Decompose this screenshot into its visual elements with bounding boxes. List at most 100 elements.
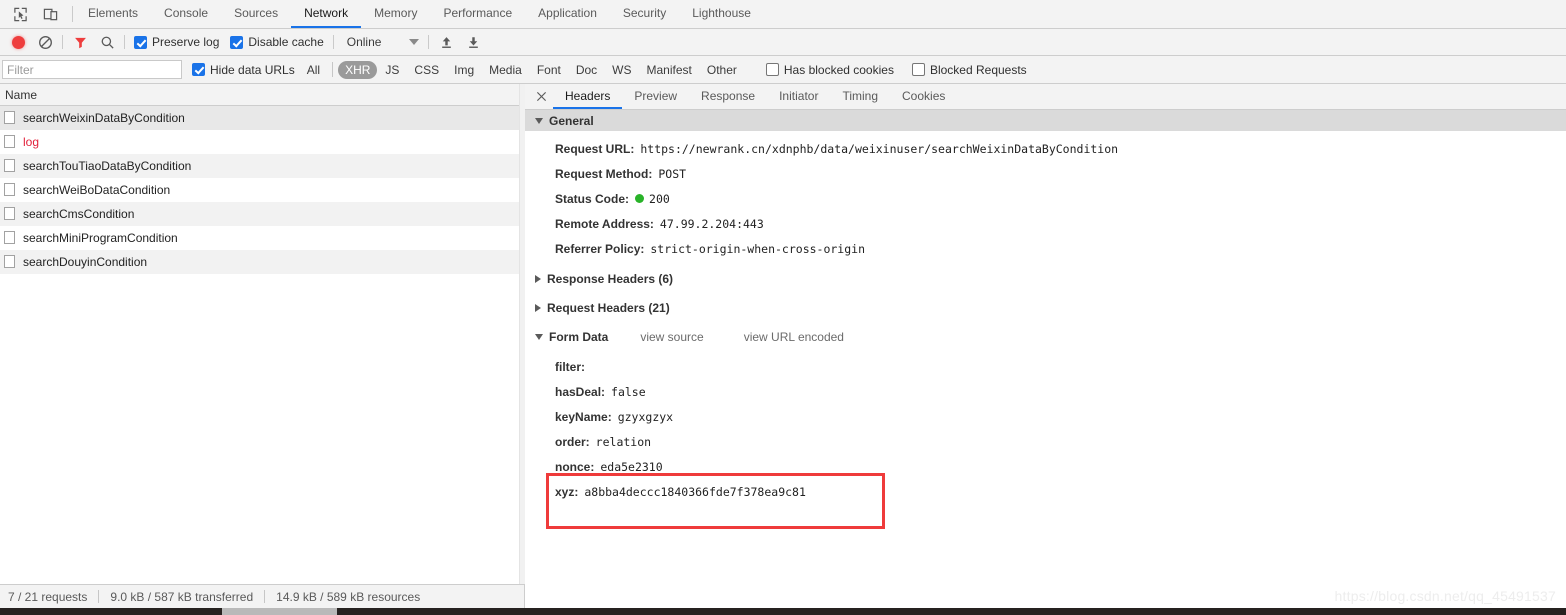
device-toolbar-icon[interactable] <box>38 2 62 26</box>
form-value-nonce: eda5e2310 <box>600 460 663 474</box>
filter-type-css-label: CSS <box>414 62 440 77</box>
export-har-icon[interactable] <box>461 30 485 54</box>
request-name: log <box>23 134 40 149</box>
toolbar-divider <box>72 6 73 22</box>
tab-response[interactable]: Response <box>689 84 767 109</box>
tab-console[interactable]: Console <box>151 0 221 28</box>
request-method-value: POST <box>658 167 687 181</box>
chevron-right-icon <box>535 303 541 312</box>
filter-input[interactable] <box>2 60 182 79</box>
request-name: searchTouTiaoDataByCondition <box>23 158 192 173</box>
request-type-icon <box>4 231 15 244</box>
table-row[interactable]: searchWeixinDataByCondition <box>0 106 524 130</box>
section-form-data[interactable]: Form Data view source view URL encoded <box>525 322 1566 351</box>
request-detail-pane: Headers Preview Response Initiator Timin… <box>525 84 1566 615</box>
watermark-text: https://blog.csdn.net/qq_45491537 <box>1334 588 1556 604</box>
tab-preview[interactable]: Preview <box>622 84 689 109</box>
filter-type-js[interactable]: JS <box>378 61 406 79</box>
hide-data-urls-box <box>192 63 205 76</box>
tab-memory[interactable]: Memory <box>361 0 430 28</box>
tab-application-label: Application <box>538 6 597 20</box>
disable-cache-checkbox[interactable]: Disable cache <box>226 35 327 49</box>
table-row[interactable]: log <box>0 130 524 154</box>
form-value-keyname: gzyxgzyx <box>617 410 674 424</box>
form-data-kv-list: filter: hasDeal: false keyName: gzyxgzyx… <box>525 351 1566 505</box>
clear-icon[interactable] <box>33 30 57 54</box>
form-key-nonce: nonce: <box>555 460 595 474</box>
filter-type-media[interactable]: Media <box>482 61 529 79</box>
has-blocked-cookies-checkbox[interactable]: Has blocked cookies <box>762 63 898 77</box>
preserve-log-checkbox[interactable]: Preserve log <box>130 35 223 49</box>
filter-funnel-icon[interactable] <box>68 30 92 54</box>
table-row[interactable]: searchMiniProgramCondition <box>0 226 524 250</box>
list-item: Request Method: POST <box>555 162 1566 187</box>
request-list-header: Name <box>0 84 524 106</box>
filter-type-ws[interactable]: WS <box>605 61 638 79</box>
section-response-headers[interactable]: Response Headers (6) <box>525 264 1566 293</box>
filter-type-other-label: Other <box>706 62 737 77</box>
referrer-policy-value: strict-origin-when-cross-origin <box>650 242 866 256</box>
view-url-encoded-link[interactable]: view URL encoded <box>744 330 844 344</box>
request-name: searchWeixinDataByCondition <box>23 110 185 125</box>
section-form-data-title: Form Data <box>549 329 609 344</box>
form-data-actions: view source view URL encoded <box>640 330 844 344</box>
table-row[interactable]: searchWeiBoDataCondition <box>0 178 524 202</box>
form-value-xyz: a8bba4deccc1840366fde7f378ea9c81 <box>584 485 806 499</box>
record-stop-icon[interactable] <box>6 30 30 54</box>
import-har-icon[interactable] <box>434 30 458 54</box>
form-key-filter: filter: <box>555 360 585 374</box>
tab-sources-label: Sources <box>234 6 279 20</box>
table-row[interactable]: searchCmsCondition <box>0 202 524 226</box>
tab-lighthouse[interactable]: Lighthouse <box>679 0 764 28</box>
close-icon[interactable] <box>529 84 553 109</box>
filter-type-css[interactable]: CSS <box>407 61 446 79</box>
filter-type-img[interactable]: Img <box>447 61 481 79</box>
hide-data-urls-checkbox[interactable]: Hide data URLs <box>188 63 299 77</box>
search-icon[interactable] <box>95 30 119 54</box>
tab-elements[interactable]: Elements <box>75 0 151 28</box>
filter-type-other[interactable]: Other <box>700 61 744 79</box>
filter-type-xhr[interactable]: XHR <box>338 60 378 79</box>
filter-type-all[interactable]: All <box>300 61 327 79</box>
request-url-key: Request URL: <box>555 142 635 156</box>
view-source-link[interactable]: view source <box>640 330 703 344</box>
table-row[interactable]: searchTouTiaoDataByCondition <box>0 154 524 178</box>
tab-security[interactable]: Security <box>610 0 679 28</box>
request-name: searchCmsCondition <box>23 206 135 221</box>
request-name: searchWeiBoDataCondition <box>23 182 171 197</box>
request-type-icon <box>4 159 15 172</box>
filter-type-media-label: Media <box>489 62 522 77</box>
status-code-value: 200 <box>649 192 670 206</box>
inspect-element-icon[interactable] <box>8 2 32 26</box>
tab-sources[interactable]: Sources <box>221 0 291 28</box>
tab-headers[interactable]: Headers <box>553 84 623 109</box>
tab-console-label: Console <box>164 6 209 20</box>
section-request-headers[interactable]: Request Headers (21) <box>525 293 1566 322</box>
tab-network[interactable]: Network <box>291 0 362 28</box>
network-filter-bar: Hide data URLs All XHR JS CSS Img Media … <box>0 56 1566 84</box>
throttling-dropdown[interactable]: Online <box>339 35 424 49</box>
blocked-requests-checkbox[interactable]: Blocked Requests <box>908 63 1031 77</box>
horizontal-scrollbar-thumb[interactable] <box>222 608 337 615</box>
filter-type-manifest[interactable]: Manifest <box>640 61 699 79</box>
request-list-scrollbar[interactable] <box>519 84 525 615</box>
status-requests: 7 / 21 requests <box>8 589 88 604</box>
tab-timing[interactable]: Timing <box>830 84 890 109</box>
tab-initiator-label: Initiator <box>779 88 819 103</box>
filter-type-all-label: All <box>306 62 321 77</box>
tab-initiator[interactable]: Initiator <box>767 84 830 109</box>
request-method-key: Request Method: <box>555 167 653 181</box>
request-type-icon <box>4 111 15 124</box>
filter-type-doc[interactable]: Doc <box>569 61 604 79</box>
tab-application[interactable]: Application <box>525 0 610 28</box>
request-list-pane: Name searchWeixinDataByCondition log sea… <box>0 84 525 615</box>
tab-cookies[interactable]: Cookies <box>890 84 957 109</box>
request-list[interactable]: searchWeixinDataByCondition log searchTo… <box>0 106 524 615</box>
filter-type-font[interactable]: Font <box>530 61 568 79</box>
table-row[interactable]: searchDouyinCondition <box>0 250 524 274</box>
disable-cache-label: Disable cache <box>248 35 324 49</box>
tab-performance[interactable]: Performance <box>430 0 525 28</box>
preserve-log-box <box>134 35 147 49</box>
remote-address-key: Remote Address: <box>555 217 654 231</box>
section-general[interactable]: General <box>525 110 1566 131</box>
